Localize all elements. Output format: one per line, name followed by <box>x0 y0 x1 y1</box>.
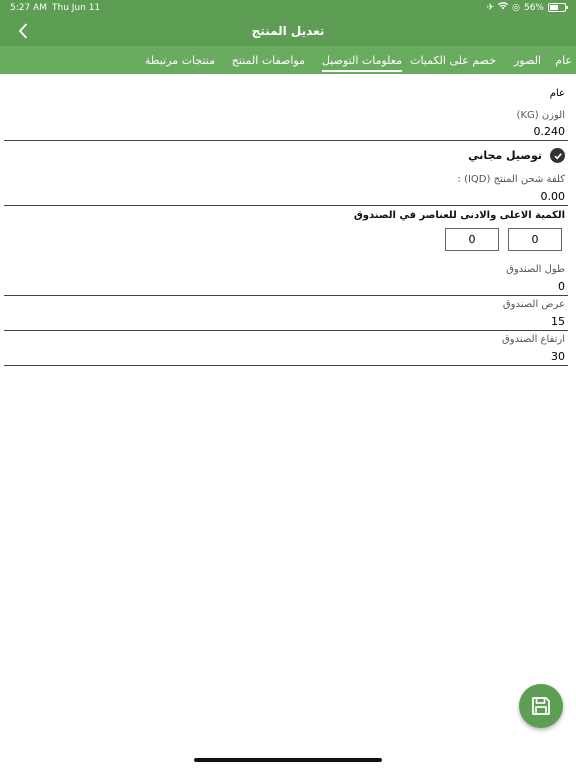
save-button[interactable] <box>519 684 563 728</box>
battery-percent: 56% <box>523 2 544 13</box>
tab-bar: عام الصور خصم على الكميات معلومات التوصي… <box>0 46 576 74</box>
weight-input[interactable]: 0.240 <box>534 125 566 138</box>
box-width-input[interactable]: 15 <box>551 315 565 328</box>
divider <box>4 205 568 206</box>
tab-product-specs[interactable]: مواصفات المنتج <box>232 54 305 67</box>
box-length-label: طول الصندوق <box>506 264 565 275</box>
free-delivery-label: توصيل مجاني <box>468 149 542 162</box>
tab-delivery-info[interactable]: معلومات التوصيل <box>321 54 402 72</box>
wifi-icon <box>498 2 509 13</box>
weight-label: الوزن (KG) <box>516 110 565 121</box>
tab-quantity-discount[interactable]: خصم على الكميات <box>410 54 496 67</box>
free-delivery-toggle[interactable]: توصيل مجاني <box>468 148 565 163</box>
box-height-label: ارتفاع الصندوق <box>502 334 565 345</box>
floppy-disk-icon <box>532 697 550 715</box>
box-min-qty-input[interactable]: 0 <box>508 228 562 251</box>
checkmark-icon[interactable] <box>550 148 565 163</box>
box-width-label: عرض الصندوق <box>502 299 565 310</box>
divider <box>4 330 568 331</box>
status-bar: 5:27 AM Thu Jun 11 ✈ ◎ 56% <box>0 0 576 16</box>
page-title: تعديل المنتج <box>251 24 325 38</box>
divider <box>4 140 568 141</box>
box-qty-label: الكمية الاعلى والادنى للعناصر في الصندوق <box>353 210 565 221</box>
section-title: عام <box>549 88 565 99</box>
box-length-input[interactable]: 0 <box>558 280 565 293</box>
status-date: Thu Jun 11 <box>52 3 101 13</box>
box-height-input[interactable]: 30 <box>551 350 565 363</box>
tab-related-products[interactable]: منتجات مرتبطة <box>145 54 215 67</box>
nav-bar: تعديل المنتج <box>0 16 576 46</box>
status-time: 5:27 AM <box>10 3 47 13</box>
airplane-icon: ✈ <box>486 2 495 13</box>
location-icon: ◎ <box>512 2 520 13</box>
shipping-cost-input[interactable]: 0.00 <box>541 190 566 203</box>
home-indicator <box>194 758 382 762</box>
shipping-cost-label: كلفة شحن المنتج (IQD) : <box>457 174 565 185</box>
box-max-qty-input[interactable]: 0 <box>445 228 499 251</box>
divider <box>4 295 568 296</box>
battery-fill <box>550 5 558 10</box>
battery-icon <box>548 3 568 12</box>
divider <box>4 365 568 366</box>
tab-images[interactable]: الصور <box>514 54 541 67</box>
tab-general[interactable]: عام <box>555 54 572 67</box>
status-right: ✈ ◎ 56% <box>486 2 568 13</box>
